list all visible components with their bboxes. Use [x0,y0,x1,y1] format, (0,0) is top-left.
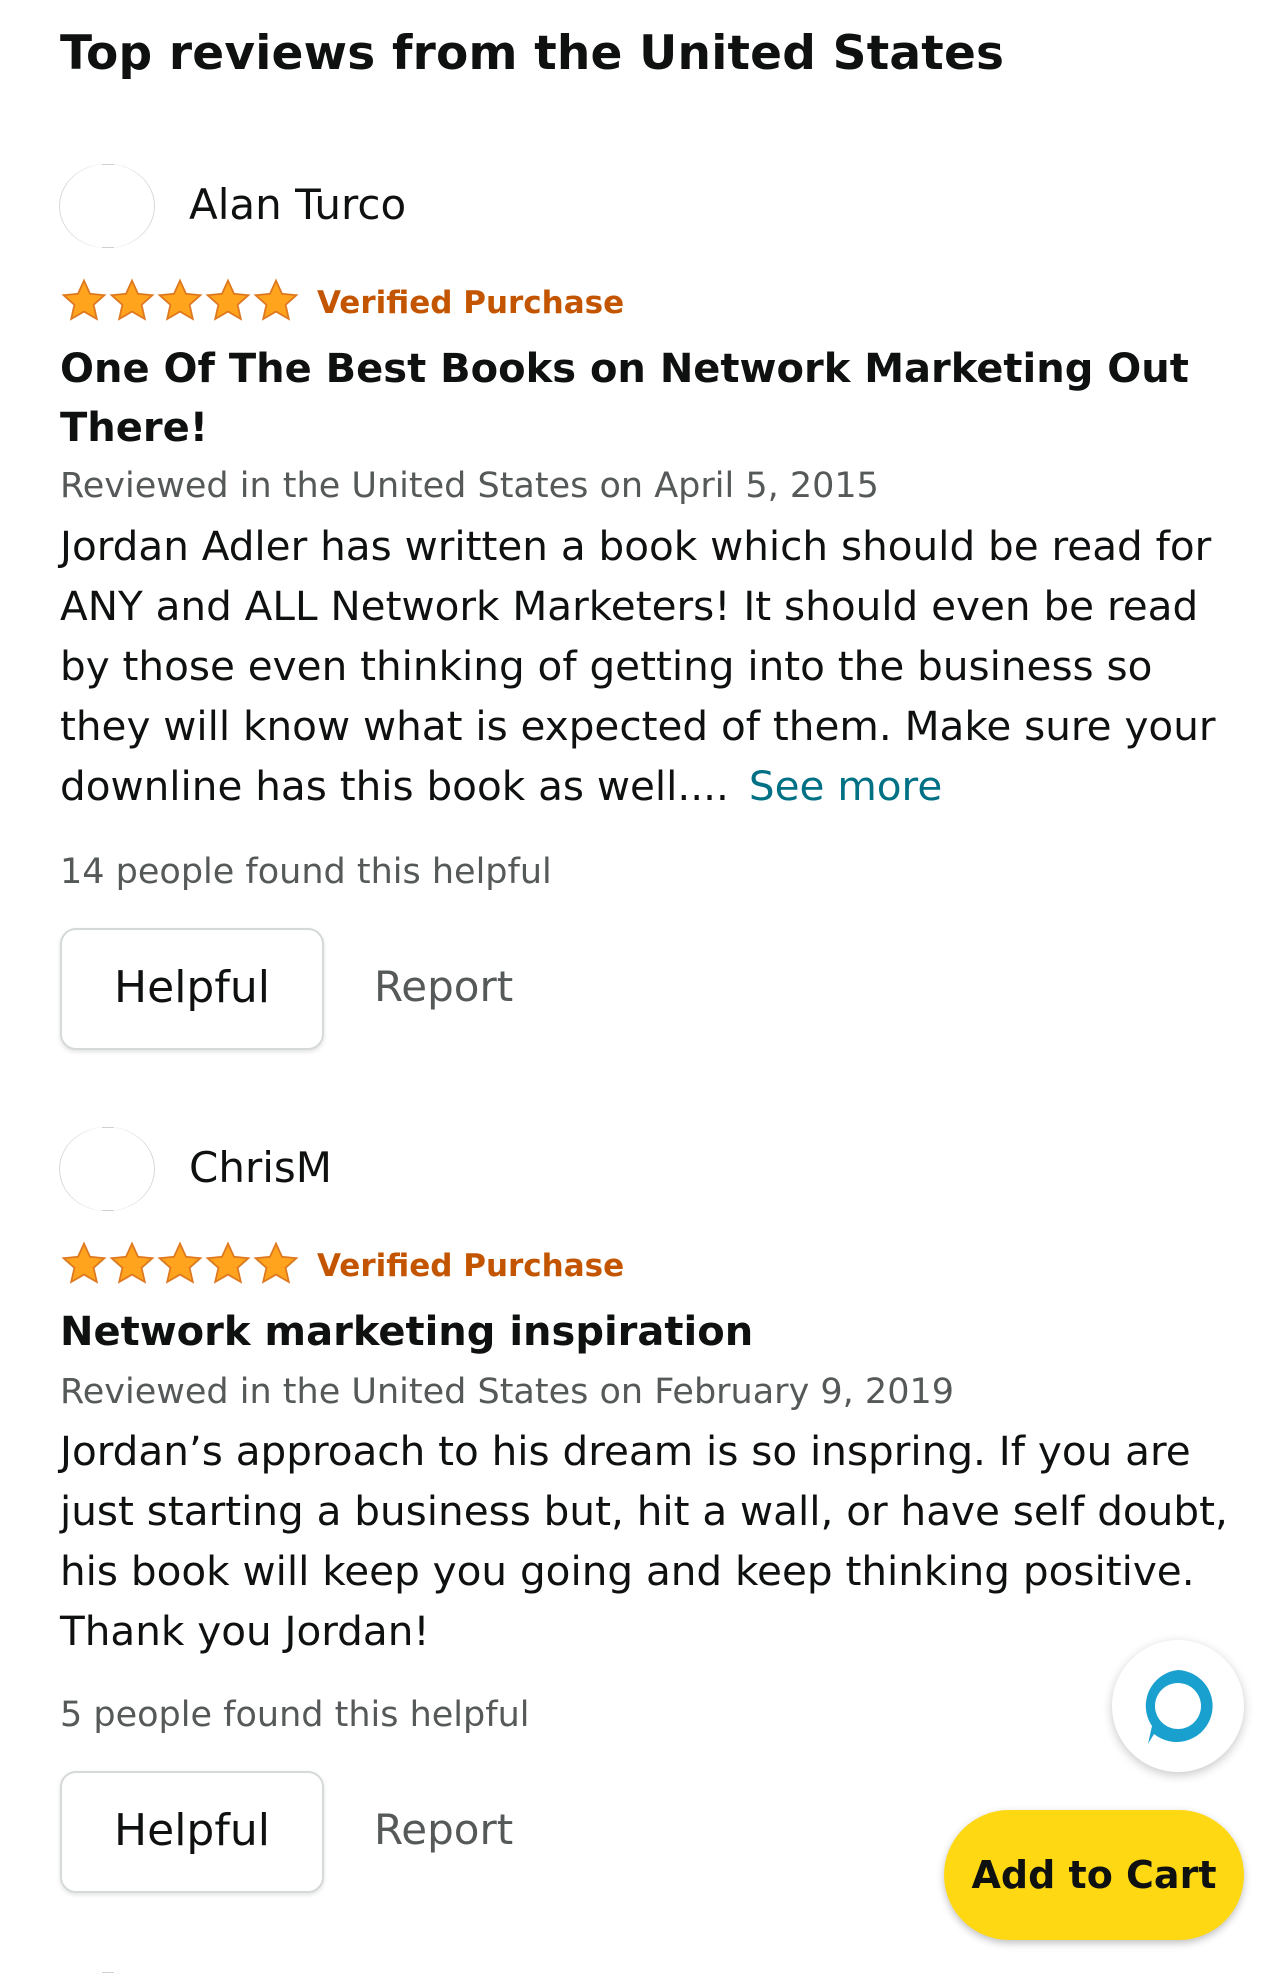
verified-purchase-badge: Verified Purchase [317,285,625,321]
star-icon [253,278,299,321]
reviewer-profile[interactable]: ChrisM [60,1123,960,1213]
review-text: Jordan Adler has written a book which sh… [60,522,1216,810]
review-body: Jordan Adler has written a book which sh… [60,516,1235,816]
review-body: Jordan’s approach to his dream is so ins… [60,1427,1228,1655]
reviewer-name: ChrisM [189,1143,333,1192]
reviewer-profile[interactable]: Alan Turco [60,160,960,250]
report-link[interactable]: Report [374,962,513,1011]
star-icon [157,278,203,321]
star-icon [109,1241,155,1284]
star-icon [109,278,155,321]
review-date: Reviewed in the United States on April 5… [60,466,879,506]
next-review-avatar-edge [102,1972,114,1973]
review-date: Reviewed in the United States on Februar… [60,1372,955,1412]
star-icon [61,278,107,321]
star-icon [61,1241,107,1284]
avatar [60,164,154,248]
helpful-count: 14 people found this helpful [60,852,552,892]
alexa-icon [1145,1670,1213,1744]
star-icon [205,1241,251,1284]
review-card: Alan Turco Verified Purchase One Of The … [60,160,1240,1060]
review-title: Network marketing inspiration [60,1309,754,1355]
review-card: ChrisM Verified Purchase Network marketi… [60,1123,1240,1903]
section-title: Top reviews from the United States [60,26,1005,81]
avatar [60,1127,154,1211]
star-icon [205,278,251,321]
rating-row: Verified Purchase [60,277,960,331]
see-more-link[interactable]: See more [749,762,942,810]
helpful-button[interactable]: Helpful [60,928,324,1050]
star-icon [253,1241,299,1284]
report-link[interactable]: Report [374,1805,513,1854]
reviews-page: Top reviews from the United States Alan … [0,0,1284,1977]
review-title: One Of The Best Books on Network Marketi… [60,346,1189,451]
reviewer-name: Alan Turco [189,180,407,229]
add-to-cart-button[interactable]: Add to Cart [944,1810,1244,1940]
rating-row: Verified Purchase [60,1240,960,1294]
star-rating[interactable] [60,1240,300,1290]
alexa-button[interactable] [1112,1640,1244,1772]
star-rating[interactable] [60,277,300,327]
helpful-button[interactable]: Helpful [60,1771,324,1893]
verified-purchase-badge: Verified Purchase [317,1248,625,1284]
helpful-count: 5 people found this helpful [60,1695,530,1735]
star-icon [157,1241,203,1284]
